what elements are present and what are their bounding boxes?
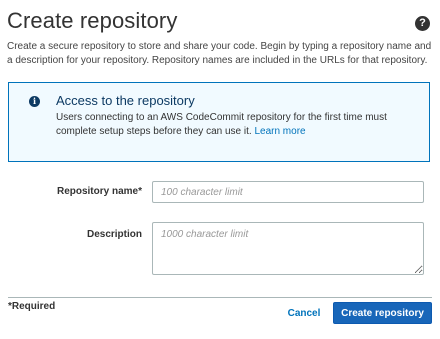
- info-icon: i: [29, 96, 40, 107]
- required-note: *Required: [8, 301, 56, 312]
- footer-divider: [8, 297, 432, 298]
- description-textarea[interactable]: [152, 222, 424, 275]
- repository-name-label: Repository name*: [56, 186, 142, 197]
- info-alert-box: i Access to the repository Users connect…: [8, 82, 430, 162]
- info-alert-title: Access to the repository: [56, 93, 195, 108]
- help-icon[interactable]: ?: [415, 16, 430, 31]
- info-alert-text: Users connecting to an AWS CodeCommit re…: [56, 112, 387, 137]
- info-alert-body: Users connecting to an AWS CodeCommit re…: [56, 111, 421, 139]
- create-repository-button[interactable]: Create repository: [333, 302, 432, 324]
- description-label: Description: [86, 229, 142, 240]
- cancel-button[interactable]: Cancel: [283, 305, 325, 321]
- page-title: Create repository: [7, 8, 178, 33]
- page-description: Create a secure repository to store and …: [7, 41, 432, 66]
- learn-more-link[interactable]: Learn more: [254, 126, 305, 137]
- repository-name-input[interactable]: [152, 181, 424, 203]
